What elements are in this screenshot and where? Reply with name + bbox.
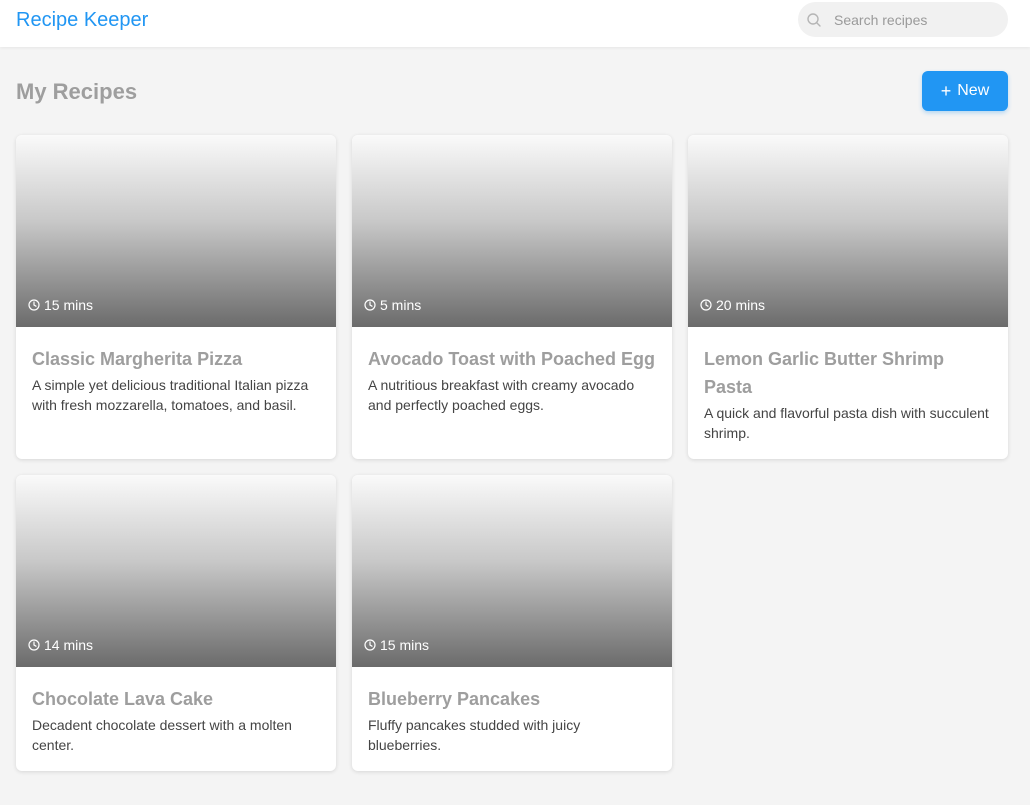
new-button-label: New — [957, 82, 990, 99]
search-box[interactable] — [798, 2, 1008, 37]
cook-time: 5 mins — [364, 297, 421, 313]
search-input[interactable] — [834, 2, 998, 37]
recipe-title: Lemon Garlic Butter Shrimp Pasta — [704, 349, 945, 397]
page-title: My Recipes — [16, 79, 138, 104]
cook-time-label: 14 mins — [44, 637, 94, 653]
cook-time: 15 mins — [28, 297, 93, 313]
clock-icon — [364, 299, 376, 311]
clock-icon — [28, 639, 40, 651]
cook-time-label: 5 mins — [380, 297, 422, 313]
recipe-title: Classic Margherita Pizza — [32, 349, 243, 369]
cook-time: 14 mins — [28, 637, 93, 653]
recipe-image: 20 mins — [688, 135, 1008, 327]
recipe-description: Decadent chocolate dessert with a molten… — [32, 717, 292, 753]
recipe-title: Blueberry Pancakes — [368, 689, 541, 709]
recipe-image: 15 mins — [352, 475, 672, 667]
recipe-image: 15 mins — [16, 135, 336, 327]
recipe-card[interactable]: 5 mins Avocado Toast with Poached Egg A … — [352, 135, 672, 459]
recipe-description: A quick and flavorful pasta dish with su… — [704, 405, 989, 441]
recipe-description: A simple yet delicious traditional Itali… — [32, 377, 309, 413]
recipe-title: Chocolate Lava Cake — [32, 689, 214, 709]
recipe-card[interactable]: 20 mins Lemon Garlic Butter Shrimp Pasta… — [688, 135, 1008, 459]
recipe-title: Avocado Toast with Poached Egg — [368, 349, 656, 369]
clock-icon — [700, 299, 712, 311]
plus-icon: + — [940, 81, 952, 101]
search-icon — [807, 13, 821, 27]
recipe-card[interactable]: 14 mins Chocolate Lava Cake Decadent cho… — [16, 475, 336, 771]
app-title[interactable]: Recipe Keeper — [16, 8, 148, 32]
recipe-image: 14 mins — [16, 475, 336, 667]
cook-time-label: 15 mins — [44, 297, 94, 313]
cook-time-label: 15 mins — [380, 637, 430, 653]
recipe-description: A nutritious breakfast with creamy avoca… — [368, 377, 635, 413]
recipe-description: Fluffy pancakes studded with juicy blueb… — [368, 717, 581, 753]
recipe-image: 5 mins — [352, 135, 672, 327]
cook-time: 20 mins — [700, 297, 765, 313]
recipe-card[interactable]: 15 mins Blueberry Pancakes Fluffy pancak… — [352, 475, 672, 771]
new-recipe-button[interactable]: + New — [922, 71, 1008, 111]
clock-icon — [364, 639, 376, 651]
top-bar: Recipe Keeper — [0, 0, 1030, 47]
cook-time-label: 20 mins — [716, 297, 766, 313]
clock-icon — [28, 299, 40, 311]
cook-time: 15 mins — [364, 637, 429, 653]
recipe-card[interactable]: 15 mins Classic Margherita Pizza A simpl… — [16, 135, 336, 459]
